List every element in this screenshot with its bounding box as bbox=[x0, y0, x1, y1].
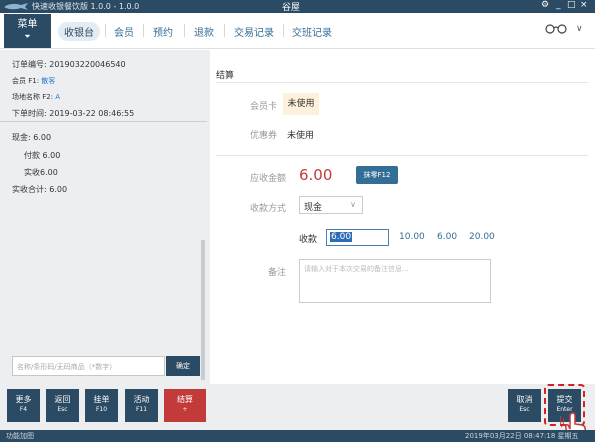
round-off-button[interactable]: 抹零F12 bbox=[356, 166, 398, 184]
maximize-button[interactable]: □ bbox=[567, 0, 576, 10]
menu-chevron-icon: ⏷ bbox=[24, 32, 31, 41]
cancel-label: 取消 bbox=[516, 395, 533, 404]
site-row: 场地名称 F2: A bbox=[12, 92, 60, 102]
back-label: 返回 bbox=[54, 395, 71, 404]
member-hotkey: F1: bbox=[26, 77, 42, 85]
member-label: 会员 bbox=[12, 77, 26, 85]
member-card-label: 会员卡 bbox=[250, 102, 278, 112]
menu-label: 菜单 bbox=[17, 19, 38, 30]
order-number-value: 201903220046540 bbox=[49, 60, 126, 69]
order-number: 订单编号: 201903220046540 bbox=[12, 59, 126, 70]
title-bar: 快速收银餐饮版 1.0.0 - 1.0.0 谷屋 ⚙ _ □ × bbox=[0, 0, 595, 13]
tab-divider bbox=[184, 24, 185, 37]
fish-logo-icon bbox=[4, 3, 28, 10]
close-button[interactable]: × bbox=[580, 0, 588, 10]
scrollbar[interactable] bbox=[201, 240, 205, 380]
hold-order-button[interactable]: 挂单 F10 bbox=[85, 389, 118, 422]
title-divider bbox=[216, 82, 588, 83]
tab-reservation[interactable]: 预约 bbox=[153, 24, 173, 39]
received-amount-value: 6.00 bbox=[330, 232, 353, 242]
checkout-title: 结算 bbox=[216, 71, 235, 81]
tab-refund[interactable]: 退款 bbox=[194, 24, 214, 39]
receivable-amount: 6.00 bbox=[299, 166, 333, 184]
more-button[interactable]: 更多 F4 bbox=[7, 389, 40, 422]
chevron-down-icon: ∨ bbox=[350, 200, 356, 209]
submit-label: 提交 bbox=[556, 395, 573, 404]
site-label: 场地名称 bbox=[12, 93, 40, 101]
total-line: 实收合计: 6.00 bbox=[12, 185, 68, 194]
tab-shift-records[interactable]: 交班记录 bbox=[292, 24, 332, 39]
coupon-value[interactable]: 未使用 bbox=[287, 128, 314, 141]
tab-divider bbox=[283, 24, 284, 37]
member-card-value[interactable]: 未使用 bbox=[283, 93, 319, 115]
checkout-label: 结算 bbox=[177, 395, 193, 404]
tab-member[interactable]: 会员 bbox=[114, 24, 134, 39]
coupon-label: 优惠券 bbox=[250, 131, 278, 141]
more-label: 更多 bbox=[15, 395, 32, 404]
order-time-value: 2019-03-22 08:46:55 bbox=[49, 109, 135, 118]
received-amount-input[interactable]: 6.00 bbox=[326, 229, 389, 246]
paid-line: 付款 6.00 bbox=[24, 151, 61, 160]
order-time: 下单时间: 2019-03-22 08:46:55 bbox=[12, 108, 134, 119]
tab-divider bbox=[105, 24, 106, 37]
search-confirm-button[interactable]: 确定 bbox=[166, 356, 200, 376]
more-hotkey: F4 bbox=[19, 406, 28, 413]
promotion-hotkey: F11 bbox=[135, 406, 148, 413]
remark-textarea[interactable]: 请输入对于本次交易的备注信息... bbox=[299, 259, 491, 303]
actual-line: 实收6.00 bbox=[24, 168, 58, 177]
quick-amount-10[interactable]: 10.00 bbox=[399, 232, 425, 242]
quick-amount-20[interactable]: 20.00 bbox=[469, 232, 495, 242]
pay-method-label: 收款方式 bbox=[250, 204, 287, 214]
cash-line: 现金: 6.00 bbox=[12, 133, 52, 142]
back-button[interactable]: 返回 Esc bbox=[46, 389, 79, 422]
tab-cashier[interactable]: 收银台 bbox=[58, 22, 100, 41]
product-search-input[interactable]: 名称/条形码/无码商品（*数字） bbox=[12, 356, 165, 376]
site-value[interactable]: A bbox=[55, 93, 60, 101]
status-bar: 功能加图 2019年03月22日 08:47:18 星期五 bbox=[0, 430, 595, 442]
member-row: 会员 F1: 散客 bbox=[12, 76, 55, 86]
promotion-button[interactable]: 活动 F11 bbox=[125, 389, 158, 422]
checkout-button[interactable]: 结算 + bbox=[164, 389, 206, 422]
tab-transactions[interactable]: 交易记录 bbox=[234, 24, 274, 39]
chevron-down-icon[interactable]: ∨ bbox=[576, 24, 583, 34]
order-time-label: 下单时间: bbox=[12, 109, 50, 118]
glasses-icon[interactable] bbox=[544, 22, 568, 34]
receivable-label: 应收金额 bbox=[250, 174, 287, 184]
settings-icon[interactable]: ⚙ bbox=[541, 0, 549, 10]
promotion-label: 活动 bbox=[133, 395, 150, 404]
cancel-hotkey: Esc bbox=[519, 406, 530, 413]
hold-order-label: 挂单 bbox=[93, 395, 110, 404]
tab-divider bbox=[143, 24, 144, 37]
pay-method-value: 现金 bbox=[304, 203, 323, 213]
app-name: 快速收银餐饮版 1.0.0 - 1.0.0 bbox=[32, 2, 140, 11]
status-left: 功能加图 bbox=[6, 432, 34, 440]
quick-amount-6[interactable]: 6.00 bbox=[437, 232, 457, 242]
menu-button[interactable]: 菜单 ⏷ bbox=[4, 14, 51, 48]
cancel-button[interactable]: 取消 Esc bbox=[508, 389, 541, 422]
tab-divider bbox=[224, 24, 225, 37]
back-hotkey: Esc bbox=[57, 406, 68, 413]
checkout-hotkey: + bbox=[182, 406, 188, 413]
section-divider bbox=[216, 155, 588, 156]
site-hotkey: F2: bbox=[40, 93, 56, 101]
window-title: 谷屋 bbox=[282, 3, 301, 13]
received-label: 收款 bbox=[299, 235, 318, 245]
remark-label: 备注 bbox=[268, 268, 287, 278]
hold-order-hotkey: F10 bbox=[95, 406, 108, 413]
member-value[interactable]: 散客 bbox=[41, 77, 55, 85]
pay-method-select[interactable]: 现金 ∨ bbox=[299, 196, 363, 214]
minimize-button[interactable]: _ bbox=[556, 0, 561, 10]
status-datetime: 2019年03月22日 08:47:18 星期五 bbox=[465, 432, 579, 440]
order-number-label: 订单编号: bbox=[12, 60, 50, 69]
